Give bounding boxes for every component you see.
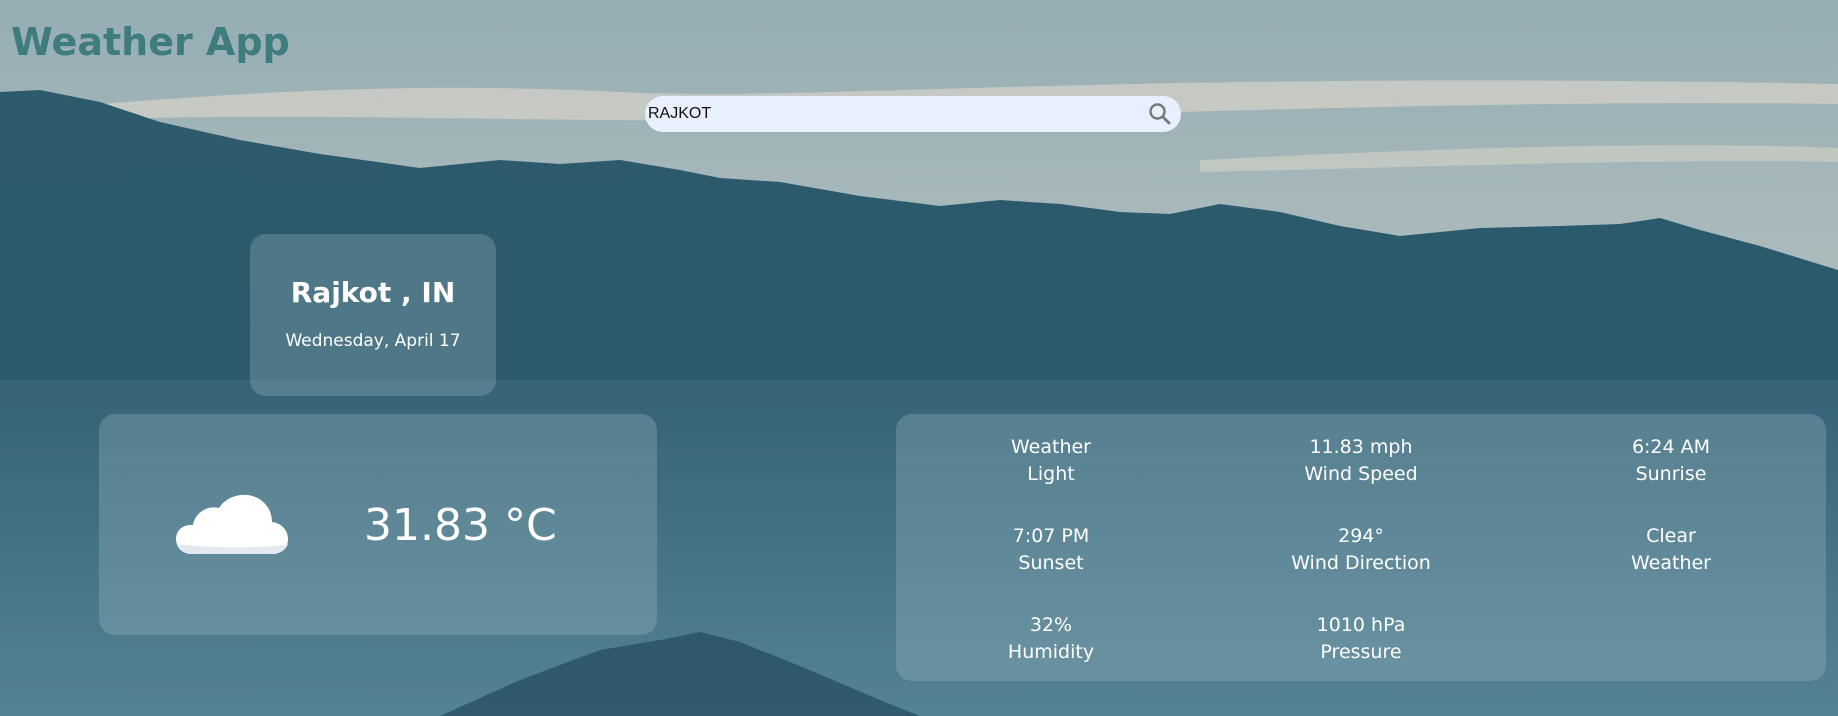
detail-label: Wind Direction <box>1291 552 1431 574</box>
search-input[interactable] <box>648 96 1118 132</box>
detail-value: 7:07 PM <box>1012 525 1090 547</box>
search-button[interactable] <box>1147 101 1173 127</box>
detail-value: 1010 hPa <box>1316 614 1406 636</box>
detail-label: Weather <box>1631 552 1711 574</box>
city-name: Rajkot , IN <box>290 276 456 309</box>
detail-pressure: 1010 hPa Pressure <box>1251 612 1471 666</box>
detail-value: 6:24 AM <box>1631 436 1711 458</box>
detail-wind-direction: 294° Wind Direction <box>1251 523 1471 577</box>
detail-label: Sunrise <box>1635 463 1707 485</box>
detail-label: Sunset <box>1018 552 1084 574</box>
detail-wind-speed: 11.83 mph Wind Speed <box>1251 434 1471 488</box>
detail-label: Light <box>1027 463 1075 485</box>
detail-label: Wind Speed <box>1304 463 1418 485</box>
location-card: Rajkot , IN Wednesday, April 17 <box>250 234 496 396</box>
detail-value: Weather <box>1011 436 1091 458</box>
app-title: Weather App <box>11 20 290 64</box>
detail-sunrise: 6:24 AM Sunrise <box>1561 434 1781 488</box>
detail-value: 294° <box>1338 525 1384 547</box>
detail-weather: Weather Light <box>941 434 1161 488</box>
search-icon <box>1149 103 1171 125</box>
detail-value: Clear <box>1646 525 1696 547</box>
detail-value: 11.83 mph <box>1309 436 1413 458</box>
detail-label: Pressure <box>1320 641 1402 663</box>
detail-label: Humidity <box>1007 641 1095 663</box>
detail-sunset: 7:07 PM Sunset <box>941 523 1161 577</box>
detail-weather-condition: Clear Weather <box>1561 523 1781 577</box>
detail-humidity: 32% Humidity <box>941 612 1161 666</box>
detail-value: 32% <box>1029 614 1073 636</box>
temperature-value: 31.83 °C <box>364 500 557 551</box>
cloud-icon <box>176 494 288 554</box>
search-bar <box>645 96 1181 132</box>
current-date: Wednesday, April 17 <box>285 331 461 351</box>
